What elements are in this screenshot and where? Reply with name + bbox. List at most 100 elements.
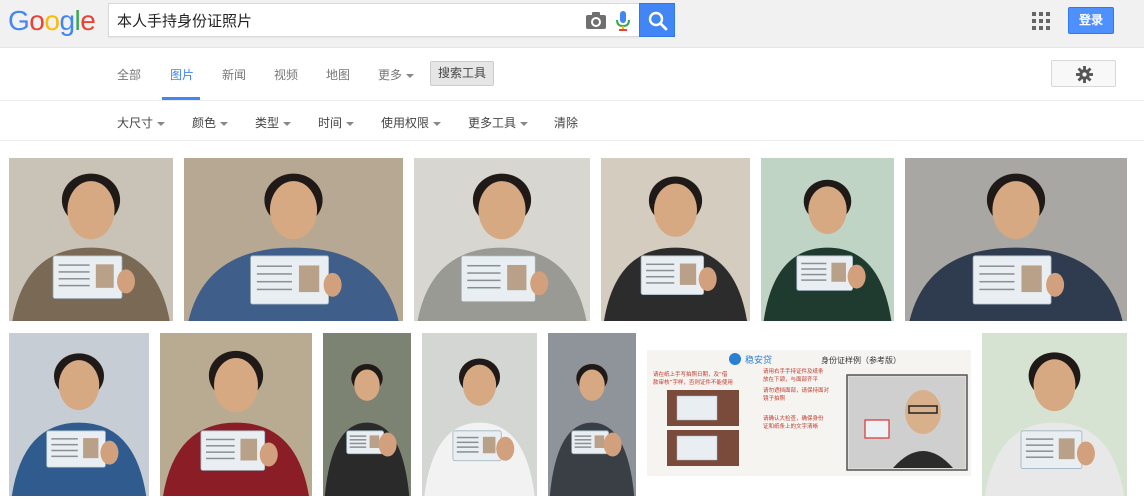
search-input[interactable]: [117, 4, 577, 36]
id-card-text-line: [979, 280, 1015, 283]
image-result[interactable]: [761, 158, 894, 321]
id-card-text-line: [349, 446, 367, 448]
tab-images[interactable]: 图片: [170, 66, 194, 83]
instruction-line: 请确认大检查，确保身份: [763, 414, 824, 422]
tools-bar: 大尺寸 颜色 类型 时间 使用权限 更多工具 清除: [0, 101, 1144, 141]
photo-placeholder: [184, 158, 403, 321]
image-result[interactable]: [905, 158, 1127, 321]
tab-all[interactable]: 全部: [117, 66, 141, 83]
id-card-text-line: [456, 436, 479, 439]
image-result[interactable]: [601, 158, 750, 321]
image-result-document[interactable]: 稳安贷 身份证样例（参考版） 请在纸上手写拍照日期，及“借 款审核”字样，否则证…: [647, 350, 971, 476]
logo-letter: G: [8, 5, 30, 36]
search-icon: [648, 11, 668, 31]
id-card-text-line: [801, 273, 827, 276]
brand-name: 稳安贷: [745, 354, 772, 366]
image-result[interactable]: [982, 333, 1127, 496]
id-card-text-line: [256, 280, 292, 283]
id-card-text-line: [467, 279, 501, 282]
signin-button[interactable]: 登录: [1068, 7, 1114, 34]
search-box: [108, 3, 640, 37]
tool-label: 类型: [255, 116, 280, 130]
tool-color[interactable]: 颜色: [192, 114, 229, 131]
id-card-photo: [298, 265, 320, 293]
apps-grid-icon[interactable]: [1032, 12, 1050, 30]
gear-icon: [1076, 66, 1093, 83]
id-card-text-line: [456, 451, 479, 453]
id-card-text-line: [349, 439, 367, 441]
id-card-text-line: [1025, 450, 1054, 452]
photo-placeholder: [9, 333, 149, 496]
tool-label: 大尺寸: [117, 116, 154, 130]
chevron-down-icon: [220, 121, 229, 126]
id-card-text-line: [256, 265, 292, 267]
id-card-text-line: [456, 441, 479, 444]
settings-button[interactable]: [1051, 60, 1116, 87]
search-button[interactable]: [639, 3, 675, 37]
photo-placeholder: [323, 333, 411, 496]
logo-letter: e: [80, 5, 96, 36]
instruction-line: 款审核”字样，否则证件不能使用: [653, 378, 733, 386]
person-face: [269, 181, 318, 240]
id-card-text-line: [51, 443, 78, 446]
photo-placeholder: [601, 158, 750, 321]
person-face: [579, 369, 605, 401]
person-hand: [1076, 441, 1095, 466]
image-result[interactable]: [184, 158, 403, 321]
image-result[interactable]: [9, 158, 173, 321]
image-result[interactable]: [160, 333, 312, 496]
id-card-text-line: [574, 439, 592, 441]
image-result[interactable]: [422, 333, 537, 496]
person-hand: [323, 272, 342, 297]
camera-icon[interactable]: [585, 11, 607, 31]
image-result[interactable]: [9, 333, 149, 496]
id-card-text-line: [979, 273, 1015, 275]
id-card-photo: [507, 264, 527, 291]
chevron-down-icon: [157, 121, 166, 126]
id-card-text-line: [205, 457, 235, 460]
logo-letter: o: [44, 5, 60, 36]
person-face: [1033, 359, 1076, 412]
tool-time[interactable]: 时间: [318, 114, 355, 131]
tab-more[interactable]: 更多: [378, 66, 415, 83]
id-card-photo: [83, 438, 99, 459]
top-bar: Google 登录: [0, 0, 1144, 48]
person-hand: [698, 267, 717, 292]
tool-usage-rights[interactable]: 使用权限: [381, 114, 442, 131]
tab-maps[interactable]: 地图: [326, 66, 350, 83]
id-card-photo: [369, 435, 380, 448]
image-result[interactable]: [323, 333, 411, 496]
image-result[interactable]: [414, 158, 590, 321]
person-face: [808, 186, 847, 234]
tool-size[interactable]: 大尺寸: [117, 114, 166, 131]
tool-clear[interactable]: 清除: [554, 114, 578, 131]
id-card-text-line: [58, 264, 90, 266]
id-card-text-line: [51, 438, 78, 440]
id-card-text-line: [801, 262, 827, 265]
search-tools-button[interactable]: 搜索工具: [430, 61, 494, 86]
tab-news[interactable]: 新闻: [222, 66, 246, 83]
id-card-text-line: [646, 263, 675, 266]
photo-placeholder: [548, 333, 636, 496]
microphone-icon[interactable]: [613, 10, 633, 32]
instruction-line: 放在下颌，与面部齐平: [763, 375, 819, 383]
tool-type[interactable]: 类型: [255, 114, 292, 131]
id-card-text-line: [467, 286, 501, 289]
id-card-text-line: [801, 268, 827, 270]
person-hand: [100, 440, 119, 465]
instruction-line: 请勿遮挡面部，请保持面对: [763, 386, 830, 394]
instruction-line: 请在纸上手写拍照日期，及“借: [653, 370, 728, 378]
id-card-photo: [240, 438, 258, 461]
tab-videos[interactable]: 视频: [274, 66, 298, 83]
tool-label: 时间: [318, 116, 343, 130]
id-card-text-line: [574, 435, 592, 437]
photo-placeholder: [9, 158, 173, 321]
tool-more-tools[interactable]: 更多工具: [468, 114, 529, 131]
person-face: [653, 183, 698, 237]
person-face: [478, 181, 526, 240]
person-face: [58, 360, 100, 411]
image-result[interactable]: [548, 333, 636, 496]
id-card-text-line: [467, 264, 501, 267]
google-logo[interactable]: Google: [8, 4, 96, 38]
logo-letter: o: [29, 5, 45, 36]
